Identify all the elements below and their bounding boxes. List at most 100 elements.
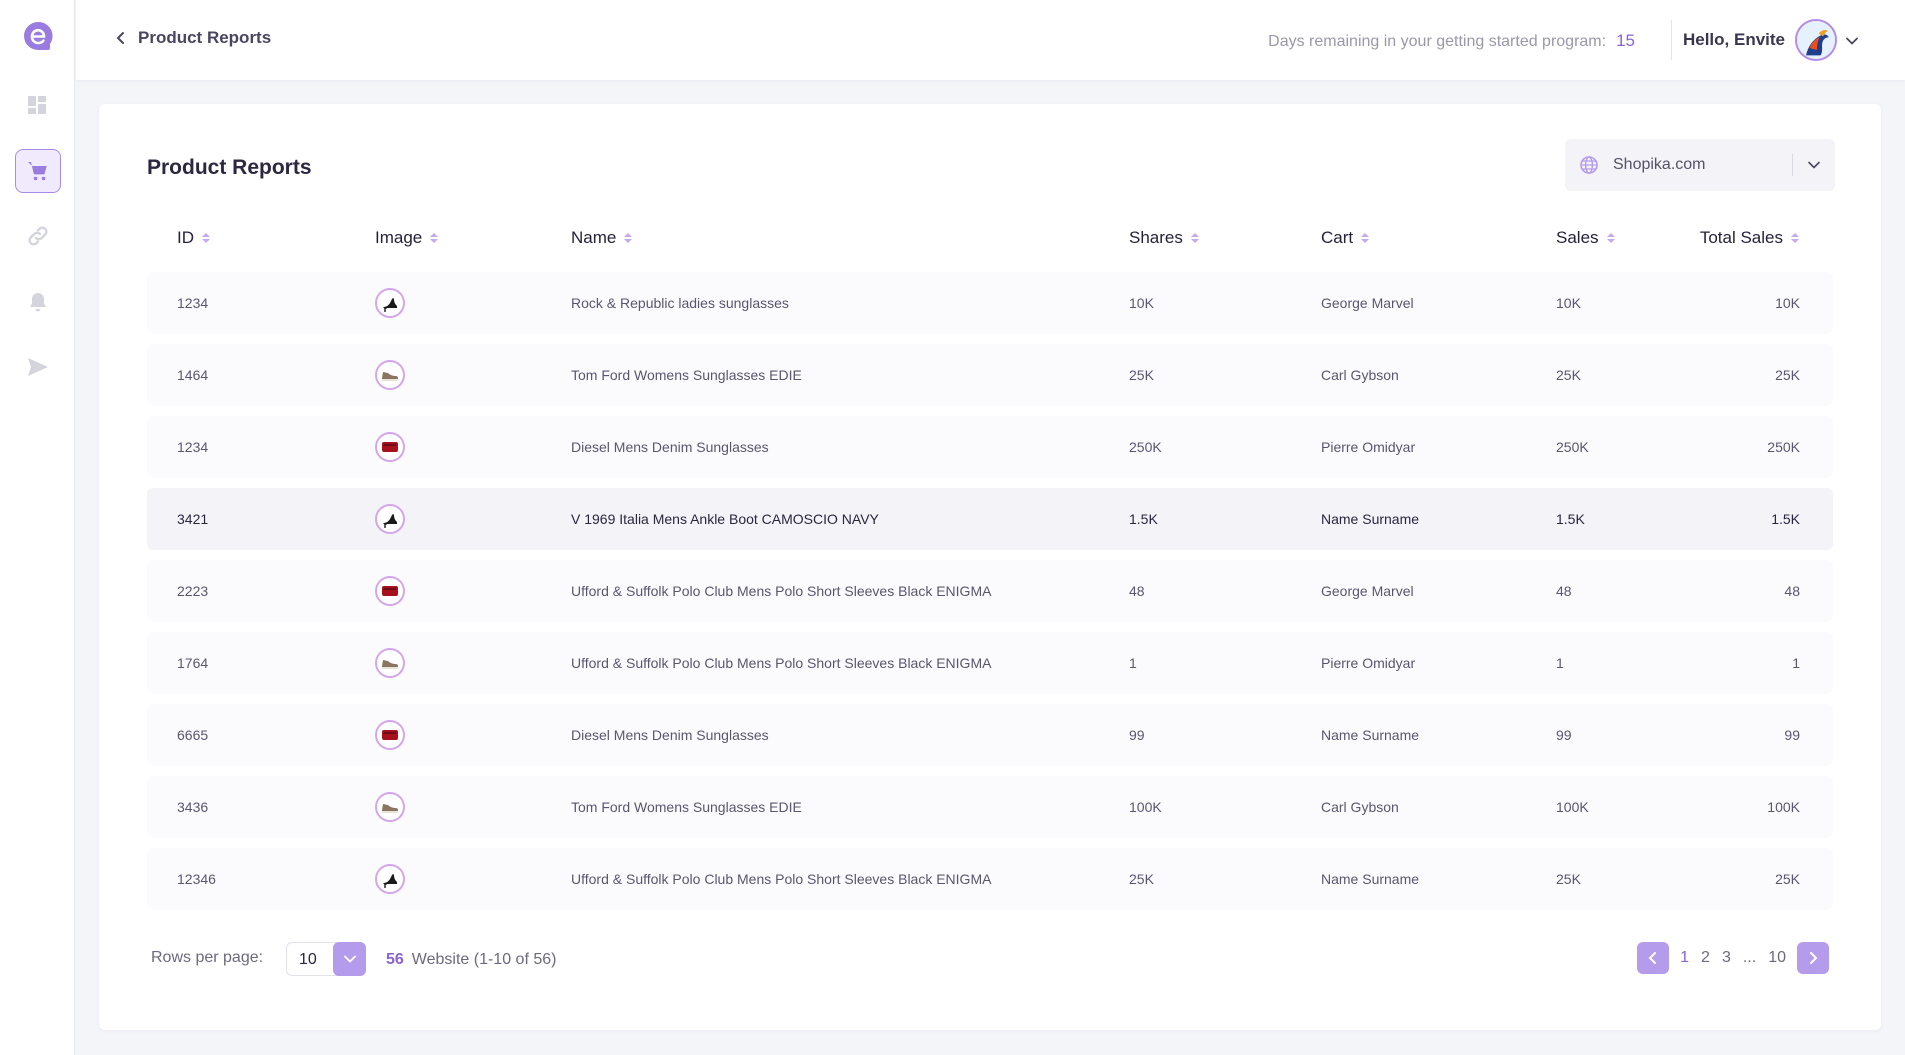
back-link[interactable]: Product Reports: [114, 28, 271, 48]
avatar[interactable]: [1795, 19, 1837, 61]
page-ellipsis: ...: [1742, 949, 1757, 966]
days-remaining-label: Days remaining in your getting started p…: [1268, 33, 1607, 50]
nav-products[interactable]: [15, 149, 61, 193]
table-row[interactable]: 1234 Diesel Mens Denim Sunglasses 250K Pier…: [147, 416, 1833, 478]
cell-total-sales: 1.5K: [1771, 511, 1800, 527]
cell-id: 1234: [177, 439, 209, 455]
bell-icon: [30, 293, 46, 312]
website-select-toggle[interactable]: [1793, 158, 1835, 172]
column-header-name[interactable]: Name: [571, 228, 633, 248]
rows-per-page-toggle[interactable]: [333, 942, 366, 976]
cell-image: [375, 848, 405, 910]
page-1[interactable]: 1: [1679, 949, 1690, 967]
column-header-label: Sales: [1556, 228, 1599, 247]
product-thumbnail: [375, 720, 405, 750]
column-header-id[interactable]: ID: [177, 228, 211, 248]
rows-per-page-select[interactable]: 10: [286, 942, 366, 976]
table-row[interactable]: 1764 Ufford & Suffolk Polo Club Mens Polo…: [147, 632, 1833, 694]
cell-image: [375, 488, 405, 550]
nav-links[interactable]: [15, 214, 61, 258]
cell-shares: 1: [1129, 655, 1137, 671]
e-logo-icon[interactable]: [22, 20, 54, 52]
cell-id: 12346: [177, 871, 216, 887]
product-thumbnail: [375, 648, 405, 678]
rows-per-page-value: 10: [299, 951, 317, 968]
cell-sales: 25K: [1556, 871, 1581, 887]
cell-sales: 1.5K: [1556, 511, 1585, 527]
pagination: 1 2 3 ... 10: [1637, 942, 1829, 974]
avatar-image-icon: [1797, 21, 1835, 59]
page-title: Product Reports: [147, 156, 312, 179]
column-header-label: ID: [177, 228, 194, 247]
sort-icon: [1606, 233, 1615, 243]
chevron-left-icon: [1648, 952, 1657, 964]
sort-icon: [1190, 233, 1199, 243]
cell-total-sales: 1: [1792, 655, 1800, 671]
column-header-shares[interactable]: Shares: [1129, 228, 1200, 248]
sort-icon: [624, 233, 633, 243]
top-header: Product Reports Days remaining in your g…: [76, 0, 1905, 80]
results-count: 56 Website (1-10 of 56): [386, 951, 556, 969]
cell-id: 3421: [177, 511, 209, 527]
table-row[interactable]: 12346 Ufford & Suffolk Polo Club Mens Pol…: [147, 848, 1833, 910]
column-header-sales[interactable]: Sales: [1556, 228, 1616, 248]
page-10[interactable]: 10: [1767, 949, 1787, 967]
cell-shares: 250K: [1129, 439, 1162, 455]
cell-total-sales: 25K: [1775, 367, 1800, 383]
column-header-total-sales[interactable]: Total Sales: [1700, 228, 1800, 248]
results-text: Website (1-10 of 56): [411, 951, 557, 968]
cell-cart: Pierre Omidyar: [1321, 439, 1416, 455]
cell-total-sales: 100K: [1767, 799, 1800, 815]
product-thumbnail: [375, 576, 405, 606]
column-header-label: Name: [571, 228, 617, 247]
nav-dashboard[interactable]: [15, 84, 61, 128]
product-thumbnail: [375, 792, 405, 822]
page-2[interactable]: 2: [1700, 949, 1711, 967]
heel-shoe-icon: [383, 514, 397, 528]
cell-shares: 10K: [1129, 295, 1154, 311]
table-row[interactable]: 3421 V 1969 Italia Mens Ankle Boot CAMOSC…: [147, 488, 1833, 550]
globe-icon: [1580, 156, 1598, 174]
cell-shares: 48: [1129, 583, 1145, 599]
website-select[interactable]: Shopika.com: [1565, 139, 1835, 191]
wallet-icon: [382, 442, 398, 452]
chevron-left-icon: [116, 32, 124, 44]
next-page-button[interactable]: [1797, 942, 1829, 974]
nav-send[interactable]: [15, 345, 61, 389]
cart-icon: [28, 162, 47, 181]
table-row[interactable]: 2223 Ufford & Suffolk Polo Club Mens Polo…: [147, 560, 1833, 622]
sort-icon: [202, 233, 210, 243]
table-row[interactable]: 1234 Rock & Republic ladies sunglasses 10K…: [147, 272, 1833, 334]
cell-cart: Name Surname: [1321, 727, 1420, 743]
column-header-label: Total Sales: [1699, 228, 1783, 247]
nav-notifications[interactable]: [15, 280, 61, 324]
dashboard-icon: [28, 96, 46, 114]
product-thumbnail: [375, 360, 405, 390]
table-row[interactable]: 1464 Tom Ford Womens Sunglasses EDIE 25K Ca…: [147, 344, 1833, 406]
wallet-icon: [382, 730, 398, 740]
days-remaining-value: 15: [1616, 31, 1635, 50]
cell-name: Rock & Republic ladies sunglasses: [571, 295, 789, 311]
days-remaining: Days remaining in your getting started p…: [1268, 31, 1635, 51]
chevron-down-icon[interactable]: [1845, 34, 1859, 48]
cell-name: Ufford & Suffolk Polo Club Mens Polo Sho…: [571, 655, 992, 671]
sidebar: [0, 0, 75, 1055]
column-header-label: Shares: [1129, 228, 1183, 247]
table-row[interactable]: 3436 Tom Ford Womens Sunglasses EDIE 100K C…: [147, 776, 1833, 838]
page-3[interactable]: 3: [1721, 949, 1732, 967]
column-header-cart[interactable]: Cart: [1321, 228, 1370, 248]
cell-sales: 100K: [1556, 799, 1589, 815]
chevron-down-icon: [343, 955, 356, 963]
column-header-label: Cart: [1321, 228, 1354, 247]
cell-total-sales: 25K: [1775, 871, 1800, 887]
column-header-label: Image: [375, 228, 423, 247]
cell-id: 1234: [177, 295, 209, 311]
link-icon: [28, 226, 48, 246]
cell-shares: 99: [1129, 727, 1145, 743]
column-header-image[interactable]: Image: [375, 228, 439, 248]
user-greeting[interactable]: Hello, Envite: [1683, 30, 1785, 50]
prev-page-button[interactable]: [1637, 942, 1670, 974]
heel-shoe-icon: [383, 874, 397, 888]
table-row[interactable]: 6665 Diesel Mens Denim Sunglasses 99 Name S…: [147, 704, 1833, 766]
cell-cart: George Marvel: [1321, 583, 1414, 599]
